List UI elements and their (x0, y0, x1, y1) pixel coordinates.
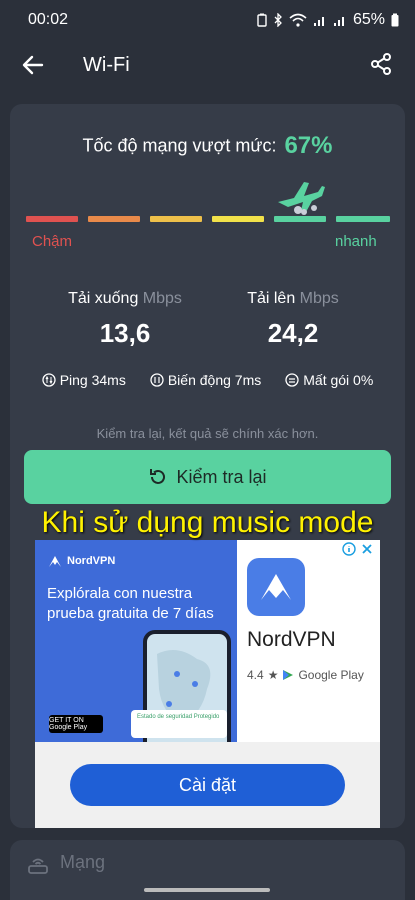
jitter-metric: Biến động 7ms (150, 372, 261, 388)
scale-segment-3 (150, 216, 202, 222)
packet-loss-icon (285, 373, 299, 387)
status-icons: 65% (257, 11, 399, 29)
scale-segment-2 (88, 216, 140, 222)
nordvpn-logo-icon (49, 556, 61, 567)
signal-icon-2 (333, 17, 344, 26)
jitter-text: Biến động 7ms (167, 372, 262, 388)
retest-button[interactable]: Kiểm tra lại (24, 450, 391, 504)
wifi-icon (289, 13, 307, 27)
share-icon[interactable] (369, 52, 393, 76)
scale-segment-6 (336, 216, 390, 222)
jitter-icon (150, 373, 164, 387)
packet-loss-metric: Mất gói 0% (285, 372, 373, 388)
scale-high-label: nhanh (335, 233, 377, 250)
airplane-icon (278, 182, 325, 215)
speed-scale (26, 216, 390, 224)
ping-metric: Ping 34ms (42, 372, 126, 388)
nordvpn-mountain-icon (261, 574, 291, 600)
ping-text: Ping 34ms (59, 372, 126, 388)
scale-segment-1 (26, 216, 78, 222)
upload-value: 24,2 (267, 318, 319, 348)
ad-info-icon[interactable] (342, 542, 356, 556)
ad-brand: NordVPN (47, 554, 115, 568)
nordvpn-app-icon (247, 558, 305, 616)
packet-loss-text: Mất gói 0% (303, 372, 374, 388)
install-button[interactable]: Cài đặt (70, 764, 345, 806)
battery-saver-icon (257, 13, 267, 27)
download-label: Tải xuống (68, 290, 139, 307)
ad-store-name: Google Play (298, 668, 364, 682)
status-bar: 00:02 65% (0, 0, 415, 40)
screen: 00:02 65% Wi-Fi Tốc độ mạng vượt mức: 67% (0, 0, 415, 900)
bluetooth-icon (274, 13, 282, 27)
exceed-row: Tốc độ mạng vượt mức: 67% (10, 132, 405, 160)
exceed-label: Tốc độ mạng vượt mức: (82, 135, 277, 156)
upload-block: Tải lên Mbps 24,2 (208, 290, 378, 349)
scale-segment-5 (274, 216, 326, 222)
back-arrow-icon[interactable] (20, 52, 46, 78)
retest-label: Kiểm tra lại (176, 466, 267, 487)
metrics-row: Ping 34ms Biến động 7ms Mất gói 0% (10, 372, 405, 388)
star-icon: ★ (267, 668, 279, 682)
battery-icon (391, 13, 399, 27)
status-time: 00:02 (28, 11, 69, 28)
google-play-icon (283, 670, 294, 680)
ad-brand-name: NordVPN (67, 555, 116, 567)
scale-low-label: Chậm (32, 233, 73, 250)
refresh-icon (150, 469, 166, 484)
ad-rating: 4.4 ★ Google Play (247, 668, 364, 682)
ad-headline: Explórala con nuestra prueba gratuita de… (47, 585, 214, 622)
network-label: Mạng (60, 852, 106, 872)
retest-hint: Kiểm tra lại, kết quả sẽ chính xác hơn. (96, 426, 319, 441)
scale-segment-4 (212, 216, 264, 222)
download-block: Tải xuống Mbps 13,6 (40, 290, 210, 349)
ad-app-name: NordVPN (247, 628, 336, 651)
ad-creative[interactable]: NordVPN Explórala con nuestra prueba gra… (35, 540, 237, 742)
ad-close-icon[interactable] (360, 542, 374, 556)
ad-install-area: Cài đặt (35, 742, 380, 828)
ad-rating-value: 4.4 (247, 668, 264, 682)
phone-status-card: Estado de seguridad Protegido (131, 710, 227, 738)
upload-label: Tải lên (247, 290, 296, 307)
battery-percent: 65% (352, 11, 385, 28)
google-play-badge: GET IT ON Google Play (49, 715, 103, 733)
page-title: Wi-Fi (83, 54, 130, 76)
signal-icon (313, 17, 324, 26)
ping-icon (42, 373, 56, 387)
exceed-value: 67% (284, 132, 333, 159)
download-unit: Mbps (142, 290, 182, 307)
app-header: Wi-Fi (0, 40, 415, 90)
ad-info-controls (342, 542, 374, 556)
overlay-caption: Khi sử dụng music mode (41, 506, 374, 539)
download-value: 13,6 (99, 318, 151, 348)
gesture-nav-handle[interactable] (144, 888, 270, 892)
ad-banner[interactable]: NordVPN Explórala con nuestra prueba gra… (35, 540, 380, 828)
ad-app-panel[interactable]: NordVPN 4.4 ★ Google Play (237, 540, 380, 742)
upload-unit: Mbps (299, 290, 339, 307)
router-icon (28, 858, 48, 874)
